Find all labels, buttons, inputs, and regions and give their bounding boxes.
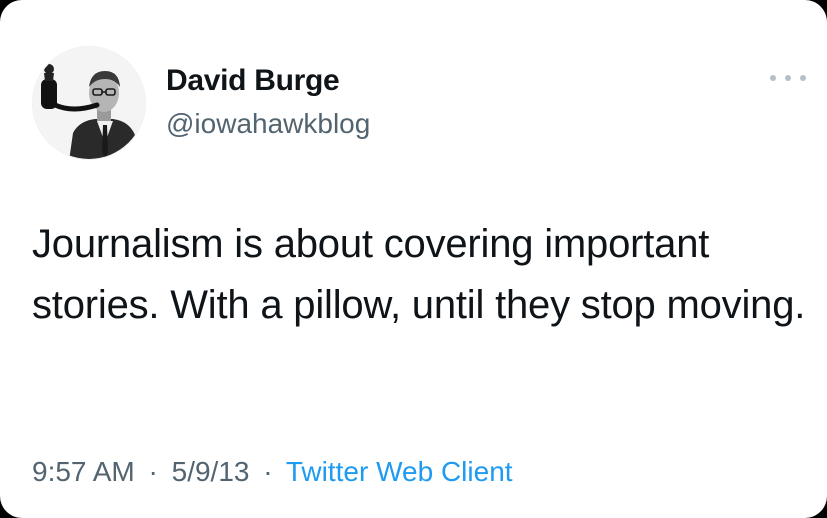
avatar-photo — [33, 47, 145, 159]
user-handle[interactable]: @iowahawkblog — [166, 108, 370, 140]
avatar[interactable] — [32, 46, 146, 160]
tweet-date[interactable]: 5/9/13 — [172, 456, 250, 487]
more-dot — [800, 75, 806, 81]
tweet-text: Journalism is about covering important s… — [32, 222, 806, 327]
display-name[interactable]: David Burge — [166, 64, 340, 98]
meta-separator: · — [263, 456, 273, 487]
tweet-time[interactable]: 9:57 AM — [32, 456, 135, 487]
more-dot — [770, 75, 776, 81]
tweet-card: David Burge @iowahawkblog Journalism is … — [0, 0, 827, 518]
more-options-icon[interactable] — [770, 66, 806, 90]
tweet-meta: 9:57 AM · 5/9/13 · Twitter Web Client — [32, 456, 513, 488]
more-dot — [785, 75, 791, 81]
meta-separator: · — [148, 456, 158, 487]
source-client-link[interactable]: Twitter Web Client — [286, 456, 513, 487]
